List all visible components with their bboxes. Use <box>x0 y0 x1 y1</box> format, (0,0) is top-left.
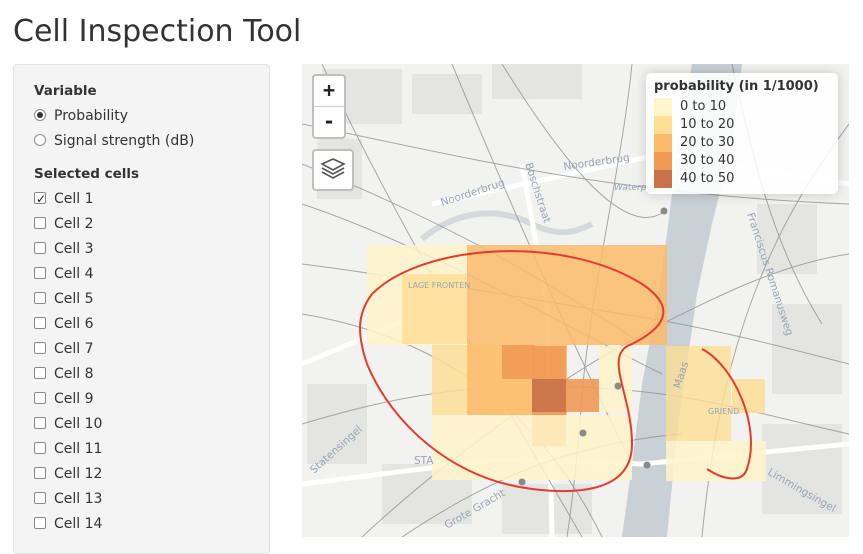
legend-swatch <box>654 152 672 170</box>
checkbox-cell-6[interactable]: Cell 6 <box>34 314 249 339</box>
checkbox-indicator[interactable] <box>34 392 46 404</box>
checkbox-label: Cell 5 <box>54 291 94 307</box>
legend-swatch <box>654 116 672 134</box>
sidebar-panel: Variable Probability Signal strength (dB… <box>13 64 270 554</box>
checkbox-indicator[interactable] <box>34 367 46 379</box>
checkbox-indicator[interactable] <box>34 492 46 504</box>
checkbox-indicator[interactable] <box>34 467 46 479</box>
radio-label: Signal strength (dB) <box>54 133 195 149</box>
checkbox-cell-14[interactable]: Cell 14 <box>34 514 249 539</box>
legend-item: 10 to 20 <box>654 116 830 134</box>
checkbox-label: Cell 3 <box>54 241 94 257</box>
checkbox-label: Cell 13 <box>54 491 103 507</box>
legend-item: 0 to 10 <box>654 98 830 116</box>
map-view[interactable]: Noorderbrug Noorderbrug Boschstraat Stat… <box>302 64 849 537</box>
layers-icon <box>320 158 346 179</box>
checkbox-label: Cell 10 <box>54 416 103 432</box>
radio-indicator[interactable] <box>34 134 46 146</box>
checkbox-cell-2[interactable]: Cell 2 <box>34 214 249 239</box>
checkbox-indicator[interactable] <box>34 442 46 454</box>
zoom-out-button[interactable]: - <box>314 106 344 137</box>
checkbox-label: Cell 14 <box>54 516 103 532</box>
checkbox-indicator[interactable] <box>34 317 46 329</box>
legend-label: 20 to 30 <box>680 135 735 150</box>
checkbox-cell-3[interactable]: Cell 3 <box>34 239 249 264</box>
radio-indicator[interactable] <box>34 109 46 121</box>
legend: probability (in 1/1000) 0 to 10 10 to 20… <box>646 73 838 194</box>
checkbox-indicator[interactable] <box>34 267 46 279</box>
checkbox-label: Cell 12 <box>54 466 103 482</box>
legend-label: 0 to 10 <box>680 99 727 114</box>
checkbox-cell-11[interactable]: Cell 11 <box>34 439 249 464</box>
legend-title: probability (in 1/1000) <box>654 79 819 94</box>
checkbox-cell-4[interactable]: Cell 4 <box>34 264 249 289</box>
checkbox-cell-1[interactable]: Cell 1 <box>34 189 249 214</box>
checkbox-indicator[interactable] <box>34 242 46 254</box>
area-label: GRIEND <box>708 407 739 416</box>
legend-item: 20 to 30 <box>654 134 830 152</box>
checkbox-indicator[interactable] <box>34 417 46 429</box>
checkbox-label: Cell 7 <box>54 341 94 357</box>
legend-swatch <box>654 98 672 116</box>
zoom-control: + - <box>312 74 346 139</box>
street-label: STA <box>414 455 434 467</box>
legend-label: 40 to 50 <box>680 171 735 186</box>
radio-probability[interactable]: Probability <box>34 106 249 131</box>
legend-label: 30 to 40 <box>680 153 735 168</box>
page-title: Cell Inspection Tool <box>13 14 302 49</box>
checkbox-label: Cell 9 <box>54 391 94 407</box>
zoom-in-button[interactable]: + <box>314 76 344 106</box>
checkbox-cell-5[interactable]: Cell 5 <box>34 289 249 314</box>
checkbox-label: Cell 6 <box>54 316 94 332</box>
legend-item: 40 to 50 <box>654 170 830 188</box>
checkbox-indicator[interactable] <box>34 292 46 304</box>
legend-item: 30 to 40 <box>654 152 830 170</box>
checkbox-indicator[interactable] <box>34 517 46 529</box>
checkbox-label: Cell 2 <box>54 216 94 232</box>
legend-label: 10 to 20 <box>680 117 735 132</box>
checkbox-indicator[interactable] <box>34 217 46 229</box>
checkbox-cell-8[interactable]: Cell 8 <box>34 364 249 389</box>
checkbox-label: Cell 4 <box>54 266 94 282</box>
variable-label: Variable <box>34 83 97 99</box>
checkbox-cell-10[interactable]: Cell 10 <box>34 414 249 439</box>
canal <box>420 210 594 242</box>
radio-signal-strength[interactable]: Signal strength (dB) <box>34 131 249 156</box>
radio-label: Probability <box>54 108 129 124</box>
checkbox-cell-13[interactable]: Cell 13 <box>34 489 249 514</box>
checkbox-indicator[interactable] <box>34 189 46 209</box>
checkbox-cell-7[interactable]: Cell 7 <box>34 339 249 364</box>
legend-swatch <box>654 170 672 188</box>
selected-cells-label: Selected cells <box>34 166 140 182</box>
checkbox-cell-12[interactable]: Cell 12 <box>34 464 249 489</box>
legend-swatch <box>654 134 672 152</box>
street-label: Noorderbrug <box>439 177 506 209</box>
checkbox-label: Cell 1 <box>54 191 94 207</box>
checkbox-label: Cell 8 <box>54 366 94 382</box>
area-label: LAGE FRONTEN <box>408 281 470 290</box>
checkbox-indicator[interactable] <box>34 342 46 354</box>
layers-button[interactable] <box>312 149 354 191</box>
checkbox-cell-9[interactable]: Cell 9 <box>34 389 249 414</box>
checkbox-label: Cell 11 <box>54 441 103 457</box>
